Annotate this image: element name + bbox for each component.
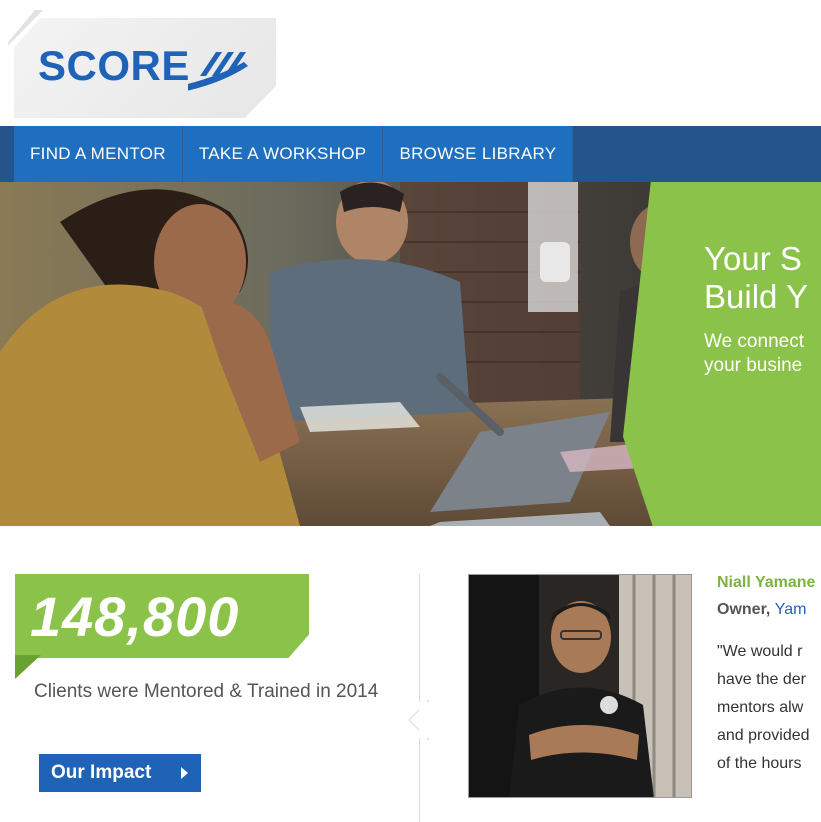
logo-wordmark: SCORE — [38, 42, 190, 89]
testimonial-company-link[interactable]: Yam — [775, 601, 807, 618]
logo-slashes-icon — [188, 52, 248, 91]
hero-title: Your S Build Y — [704, 240, 808, 316]
hero-subtitle-line2: your busine — [704, 355, 803, 376]
arrow-right-icon — [181, 767, 188, 779]
quote-line: have the der — [717, 671, 806, 688]
testimonial-role-prefix: Owner, — [717, 601, 775, 618]
stat-banner-fold — [15, 655, 41, 679]
nav-find-a-mentor[interactable]: FIND A MENTOR — [14, 126, 183, 182]
testimonial-quote: "We would r have the der mentors alw and… — [717, 638, 821, 778]
testimonial-name: Niall Yamane — [717, 574, 816, 591]
hero-title-line1: Your S — [704, 240, 802, 277]
testimonial-portrait — [468, 574, 692, 798]
stat-number: 148,800 — [30, 585, 240, 648]
hero-subtitle: We connect your busine — [704, 330, 804, 378]
portrait-photo — [469, 575, 691, 797]
quote-line: of the hours — [717, 755, 802, 772]
quote-line: mentors alw — [717, 699, 804, 716]
quote-line: "We would r — [717, 643, 803, 660]
nav-take-a-workshop[interactable]: TAKE A WORKSHOP — [182, 126, 384, 182]
our-impact-button[interactable]: Our Impact — [39, 754, 201, 792]
nav-browse-library[interactable]: BROWSE LIBRARY — [383, 126, 574, 182]
our-impact-label: Our Impact — [51, 762, 152, 783]
stat-description: Clients were Mentored & Trained in 2014 — [34, 681, 379, 702]
hero-banner — [0, 182, 821, 526]
divider-notch — [409, 700, 429, 740]
main-nav: FIND A MENTOR TAKE A WORKSHOP BROWSE LIB… — [14, 126, 574, 182]
score-logo[interactable]: SCORE — [8, 10, 278, 118]
main-nav-bar: FIND A MENTOR TAKE A WORKSHOP BROWSE LIB… — [0, 126, 821, 182]
hero-subtitle-line1: We connect — [704, 331, 804, 352]
hero-title-line2: Build Y — [704, 278, 808, 315]
quote-line: and provided — [717, 727, 810, 744]
testimonial-role: Owner, Yam — [717, 601, 807, 619]
section-divider — [419, 574, 420, 822]
